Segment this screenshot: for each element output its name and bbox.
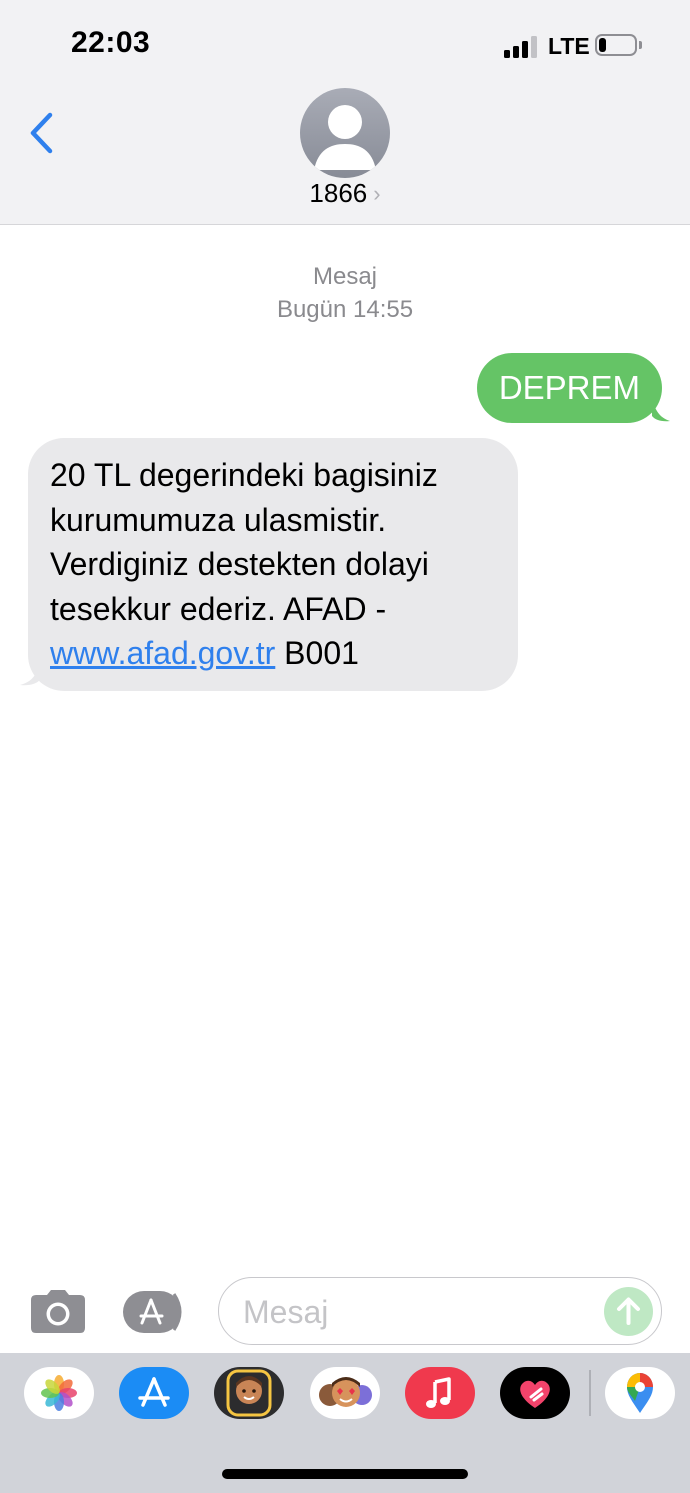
photos-app-button[interactable] [24, 1367, 94, 1419]
message-text-suffix: B001 [275, 635, 359, 671]
app-store-app-icon [138, 1377, 170, 1407]
cellular-signal-icon [504, 36, 540, 58]
messages-screen: 22:03 LTE 1866 › Mesaj Bugün 14:55 DEPRE… [0, 0, 690, 1493]
battery-icon [595, 34, 637, 56]
send-arrow-icon [617, 1297, 640, 1325]
drawer-divider [589, 1370, 591, 1416]
chevron-right-icon: › [373, 181, 381, 206]
network-type: LTE [548, 33, 590, 59]
app-store-icon [123, 1291, 182, 1333]
message-input-field[interactable] [218, 1277, 662, 1345]
contact-name-button[interactable]: 1866 › [0, 178, 690, 209]
app-store-app-button[interactable] [119, 1367, 189, 1419]
contact-avatar[interactable] [300, 88, 390, 178]
music-app-button[interactable] [405, 1367, 475, 1419]
message-text: 20 TL degerindeki bagisiniz kurumumuza u… [50, 457, 438, 627]
camera-button[interactable] [30, 1290, 86, 1334]
memoji-app-icon [226, 1369, 272, 1417]
music-app-icon [426, 1377, 451, 1408]
contact-name: 1866 [309, 178, 368, 208]
memoji-stickers-app-button[interactable] [310, 1367, 380, 1419]
chevron-left-icon [30, 112, 53, 154]
camera-icon [31, 1290, 85, 1333]
google-maps-app-button[interactable] [605, 1367, 675, 1419]
battery-nub [639, 41, 642, 49]
google-maps-app-icon [627, 1373, 653, 1413]
outgoing-message-bubble[interactable]: DEPREM [476, 353, 662, 423]
apps-button[interactable] [122, 1290, 188, 1334]
message-input[interactable] [241, 1288, 605, 1336]
message-service-label: Mesaj [312, 263, 378, 290]
photos-app-icon [41, 1375, 77, 1411]
message-link[interactable]: www.afad.gov.tr [50, 635, 275, 671]
home-indicator[interactable] [222, 1469, 468, 1479]
battery-level-fill [599, 38, 606, 52]
message-timestamp: Bugün 14:55 [276, 296, 414, 323]
animoji-stickers-app-icon [319, 1377, 372, 1407]
memoji-app-button[interactable] [214, 1367, 284, 1419]
status-time: 22:03 [71, 26, 151, 59]
digital-touch-app-button[interactable] [500, 1367, 570, 1419]
incoming-message-bubble[interactable]: 20 TL degerindeki bagisiniz kurumumuza u… [28, 438, 518, 691]
person-icon [314, 105, 376, 170]
send-button[interactable] [604, 1287, 653, 1336]
conversation-header: 22:03 LTE 1866 › [0, 0, 690, 225]
digital-touch-app-icon [520, 1380, 550, 1408]
back-button[interactable] [24, 110, 64, 156]
